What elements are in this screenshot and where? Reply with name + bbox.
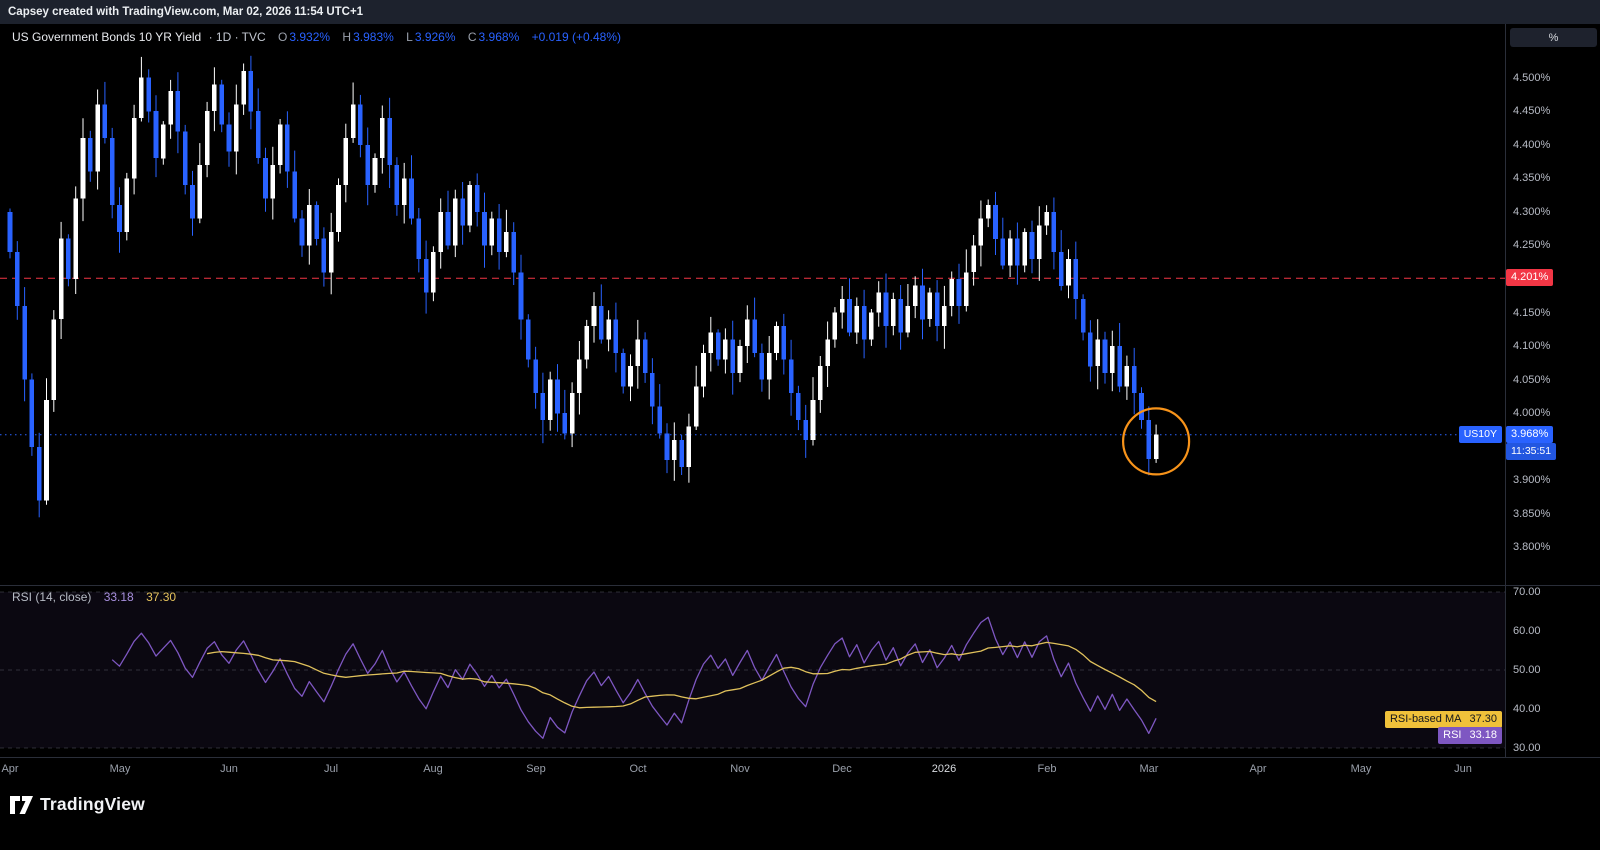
rsi-legend[interactable]: RSI (14, close) 33.18 37.30 bbox=[12, 590, 176, 604]
price-axis-tick: 4.450% bbox=[1513, 105, 1551, 118]
ohlc-close-value: 3.968% bbox=[478, 30, 520, 44]
time-axis-label: Oct bbox=[629, 763, 647, 775]
chart-plot-area[interactable]: US Government Bonds 10 YR Yield · 1D · T… bbox=[0, 24, 1505, 757]
ohlc-high-value: 3.983% bbox=[353, 30, 394, 44]
price-axis-tick: 3.850% bbox=[1513, 507, 1551, 520]
tradingview-logo-icon bbox=[10, 795, 33, 814]
time-axis-label: Jun bbox=[1454, 763, 1472, 775]
tradingview-wordmark: TradingView bbox=[40, 794, 145, 814]
price-axis-tick: 4.350% bbox=[1513, 172, 1551, 185]
rsi-chip-value: 33.18 bbox=[1469, 728, 1497, 741]
price-axis-tick: 4.300% bbox=[1513, 205, 1551, 218]
rsi-axis-tick: 30.00 bbox=[1513, 742, 1541, 754]
time-axis-label: Nov bbox=[730, 763, 750, 775]
time-axis-label: 2026 bbox=[931, 763, 957, 775]
ohlc-open-value: 3.932% bbox=[289, 30, 331, 44]
price-scale[interactable]: % 4.201% 3.968% 11:35:51 4.500% 4.450% 4.4… bbox=[1505, 24, 1600, 781]
time-axis-label: Aug bbox=[423, 763, 443, 775]
time-axis-label: Sep bbox=[526, 763, 546, 775]
symbol-interval-exchange[interactable]: · 1D · TVC bbox=[209, 30, 266, 44]
price-axis-tick: 4.250% bbox=[1513, 239, 1551, 252]
rsi-axis-tick: 50.00 bbox=[1513, 664, 1541, 676]
rsi-chip-label: RSI bbox=[1443, 728, 1462, 741]
ohlc-high-label: H bbox=[342, 30, 352, 44]
price-axis-tick: 4.100% bbox=[1513, 340, 1551, 353]
ohlc-low-value: 3.926% bbox=[414, 30, 456, 44]
time-scale[interactable]: Apr May Jun Jul Aug Sep Oct Nov Dec 2026 Feb Mar Apr… bbox=[0, 757, 1600, 781]
bar-countdown-label: 11:35:51 bbox=[1506, 442, 1557, 460]
ohlc-open-label: O bbox=[278, 30, 288, 44]
rsi-legend-value: 33.18 bbox=[103, 590, 134, 604]
time-axis-label: Apr bbox=[1, 763, 19, 775]
rsi-ma-chip-label: RSI-based MA bbox=[1389, 712, 1462, 725]
rsi-title[interactable]: RSI (14, close) bbox=[12, 590, 91, 604]
rsi-ma-chip-value: 37.30 bbox=[1469, 712, 1497, 725]
time-axis-label: Apr bbox=[1249, 763, 1267, 775]
tradingview-logo[interactable]: TradingView bbox=[10, 794, 145, 815]
footer-bar: TradingView bbox=[0, 781, 1600, 850]
ohlc-low-label: L bbox=[406, 30, 413, 44]
time-axis-label: Jul bbox=[323, 763, 339, 775]
change-value: +0.019 (+0.48%) bbox=[531, 30, 621, 44]
last-price-label: 3.968% bbox=[1506, 425, 1554, 443]
price-axis-tick: 3.800% bbox=[1513, 541, 1551, 554]
rsi-ma-legend-value: 37.30 bbox=[146, 590, 177, 604]
price-scale-unit-button[interactable]: % bbox=[1510, 28, 1597, 47]
attribution-bar: Capsey created with TradingView.com, Mar… bbox=[0, 0, 1600, 24]
red-level-price-label: 4.201% bbox=[1506, 269, 1554, 287]
time-axis-label: Feb bbox=[1037, 763, 1057, 775]
ohlc-close-label: C bbox=[467, 30, 477, 44]
rsi-axis-tick: 40.00 bbox=[1513, 703, 1541, 715]
rsi-axis-tick: 70.00 bbox=[1513, 586, 1541, 598]
time-axis-label: Mar bbox=[1139, 763, 1159, 775]
symbol-legend[interactable]: US Government Bonds 10 YR Yield · 1D · T… bbox=[12, 30, 621, 44]
symbol-title[interactable]: US Government Bonds 10 YR Yield bbox=[12, 30, 201, 44]
price-axis-tick: 4.000% bbox=[1513, 407, 1551, 420]
price-axis-tick: 4.050% bbox=[1513, 373, 1551, 386]
price-axis-tick: 3.900% bbox=[1513, 474, 1551, 487]
time-axis-label: Dec bbox=[832, 763, 852, 775]
time-axis-label: May bbox=[109, 763, 131, 775]
price-axis-tick: 4.400% bbox=[1513, 138, 1551, 151]
price-axis-tick: 4.500% bbox=[1513, 71, 1551, 84]
time-axis-label: Jun bbox=[220, 763, 238, 775]
price-axis-tick: 4.150% bbox=[1513, 306, 1551, 319]
rsi-axis-tick: 60.00 bbox=[1513, 625, 1541, 637]
rsi-ma-chip: RSI-based MA 37.30 bbox=[1384, 710, 1502, 728]
time-axis-label: May bbox=[1350, 763, 1372, 775]
attribution-text: Capsey created with TradingView.com, Mar… bbox=[8, 6, 364, 18]
last-price-symbol-chip: US10Y bbox=[1458, 425, 1502, 443]
rsi-chip: RSI 33.18 bbox=[1438, 726, 1502, 744]
